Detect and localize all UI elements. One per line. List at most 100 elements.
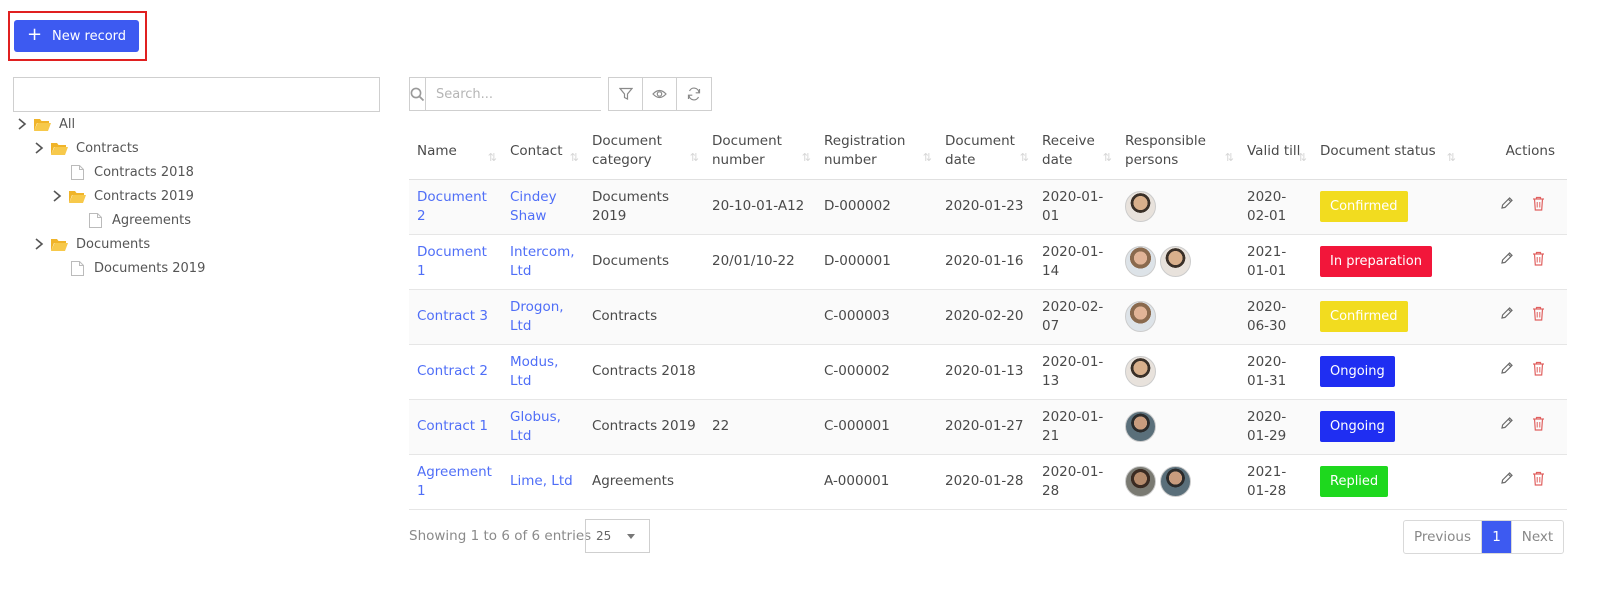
- document-category: Contracts 2018: [584, 344, 704, 400]
- contact-link[interactable]: Modus, Ltd: [510, 354, 558, 389]
- tree-search-input[interactable]: [13, 77, 380, 112]
- chevron-right-icon[interactable]: [14, 116, 30, 132]
- folder-open-icon: [51, 142, 68, 155]
- responsible-persons: [1117, 289, 1239, 345]
- table-row[interactable]: Contract 2 Modus, Ltd Contracts 2018 C-0000…: [409, 344, 1567, 400]
- search-input[interactable]: [426, 78, 606, 110]
- sort-icon: ⇅: [569, 150, 579, 164]
- delete-icon[interactable]: [1532, 361, 1545, 382]
- avatar: [1125, 466, 1156, 497]
- record-name-link[interactable]: Contract 3: [417, 308, 488, 324]
- tree-node-label: Contracts 2019: [94, 188, 194, 204]
- edit-icon[interactable]: [1500, 361, 1514, 382]
- tree-node-documents[interactable]: Documents: [31, 234, 150, 254]
- chevron-right-icon[interactable]: [49, 188, 65, 204]
- valid-till: 2021-01-01: [1239, 234, 1312, 290]
- folder-open-icon: [51, 238, 68, 251]
- refresh-button[interactable]: [677, 78, 711, 110]
- header-actions: Actions: [1461, 124, 1567, 180]
- document-number: 22: [704, 399, 816, 455]
- avatar: [1160, 246, 1191, 277]
- record-name-link[interactable]: Agreement 1: [417, 464, 492, 499]
- table-row[interactable]: Agreement 1 Lime, Ltd Agreements A-000001 20…: [409, 454, 1567, 510]
- tree-node-all[interactable]: All: [14, 114, 75, 134]
- eye-icon: [652, 89, 667, 99]
- edit-icon[interactable]: [1500, 471, 1514, 492]
- toolbar-buttons: [608, 77, 712, 111]
- chevron-right-icon[interactable]: [31, 236, 47, 252]
- record-name-link[interactable]: Document 2: [417, 189, 487, 224]
- header-contact[interactable]: Contact ⇅: [502, 124, 584, 180]
- contact-link[interactable]: Lime, Ltd: [510, 473, 573, 489]
- registration-number: C-000001: [816, 399, 937, 455]
- tree-node-label: Documents: [76, 236, 151, 252]
- delete-icon[interactable]: [1532, 306, 1545, 327]
- edit-icon[interactable]: [1500, 251, 1514, 272]
- delete-icon[interactable]: [1532, 416, 1545, 437]
- record-name-link[interactable]: Contract 2: [417, 363, 488, 379]
- valid-till: 2020-02-01: [1239, 179, 1312, 235]
- sort-icon: ⇅: [1102, 150, 1112, 164]
- document-number: 20/01/10-22: [704, 234, 816, 290]
- record-name-link[interactable]: Document 1: [417, 244, 487, 279]
- delete-icon[interactable]: [1532, 196, 1545, 217]
- table-row[interactable]: Contract 1 Globus, Ltd Contracts 2019 22 C-0…: [409, 399, 1567, 455]
- chevron-right-icon[interactable]: [31, 140, 47, 156]
- edit-icon[interactable]: [1500, 196, 1514, 217]
- receive-date: 2020-01-21: [1034, 399, 1117, 455]
- header-registration-number[interactable]: Registration number ⇅: [816, 124, 937, 180]
- plus-icon: +: [26, 24, 43, 45]
- columns-visibility-button[interactable]: [643, 78, 677, 110]
- status-badge: Confirmed: [1320, 301, 1408, 332]
- header-name[interactable]: Name ⇅: [409, 124, 502, 180]
- table-row[interactable]: Document 1 Intercom, Ltd Documents 20/01/10…: [409, 234, 1567, 290]
- document-date: 2020-02-20: [937, 289, 1034, 345]
- contact-link[interactable]: Cindey Shaw: [510, 189, 557, 224]
- header-responsible-persons[interactable]: Responsible persons ⇅: [1117, 124, 1239, 180]
- new-record-label: New record: [52, 28, 127, 44]
- valid-till: 2020-06-30: [1239, 289, 1312, 345]
- edit-icon[interactable]: [1500, 416, 1514, 437]
- previous-page-button[interactable]: Previous: [1404, 521, 1482, 553]
- header-document-number[interactable]: Document number ⇅: [704, 124, 816, 180]
- responsible-persons: [1117, 344, 1239, 400]
- tree-node-contracts-2019[interactable]: Contracts 2019: [49, 186, 194, 206]
- table-row[interactable]: Contract 3 Drogon, Ltd Contracts C-000003 20…: [409, 289, 1567, 345]
- registration-number: C-000003: [816, 289, 937, 345]
- filter-button[interactable]: [609, 78, 643, 110]
- document-number: 20-10-01-A12: [704, 179, 816, 235]
- responsible-persons: [1117, 234, 1239, 290]
- sort-icon: ⇅: [1224, 150, 1234, 164]
- file-icon: [71, 164, 84, 180]
- tree-node-documents-2019[interactable]: Documents 2019: [71, 258, 205, 278]
- search-icon: [410, 78, 426, 110]
- next-page-button[interactable]: Next: [1511, 521, 1563, 553]
- contact-link[interactable]: Drogon, Ltd: [510, 299, 564, 334]
- header-receive-date[interactable]: Receive date ⇅: [1034, 124, 1117, 180]
- table-row[interactable]: Document 2 Cindey Shaw Documents 2019 20-10…: [409, 179, 1567, 235]
- registration-number: D-000001: [816, 234, 937, 290]
- tree-node-contracts[interactable]: Contracts: [31, 138, 139, 158]
- header-document-status[interactable]: Document status ⇅: [1312, 124, 1461, 180]
- contact-link[interactable]: Intercom, Ltd: [510, 244, 575, 279]
- header-document-category[interactable]: Document category ⇅: [584, 124, 704, 180]
- sort-icon: ⇅: [689, 150, 699, 164]
- tree-node-contracts-2018[interactable]: Contracts 2018: [71, 162, 194, 182]
- status-badge: Replied: [1320, 466, 1389, 497]
- header-document-date[interactable]: Document date ⇅: [937, 124, 1034, 180]
- new-record-button[interactable]: + New record: [14, 20, 139, 52]
- contact-link[interactable]: Globus, Ltd: [510, 409, 561, 444]
- delete-icon[interactable]: [1532, 471, 1545, 492]
- document-category: Contracts: [584, 289, 704, 345]
- edit-icon[interactable]: [1500, 306, 1514, 327]
- registration-number: A-000001: [816, 454, 937, 510]
- document-date: 2020-01-16: [937, 234, 1034, 290]
- tree-node-label: Contracts: [76, 140, 139, 156]
- delete-icon[interactable]: [1532, 251, 1545, 272]
- header-valid-till[interactable]: Valid till ⇅: [1239, 124, 1312, 180]
- page-1-button[interactable]: 1: [1482, 521, 1511, 553]
- tree-node-agreements[interactable]: Agreements: [89, 210, 191, 230]
- page-size-select[interactable]: 25: [585, 519, 650, 553]
- document-category: Contracts 2019: [584, 399, 704, 455]
- record-name-link[interactable]: Contract 1: [417, 418, 488, 434]
